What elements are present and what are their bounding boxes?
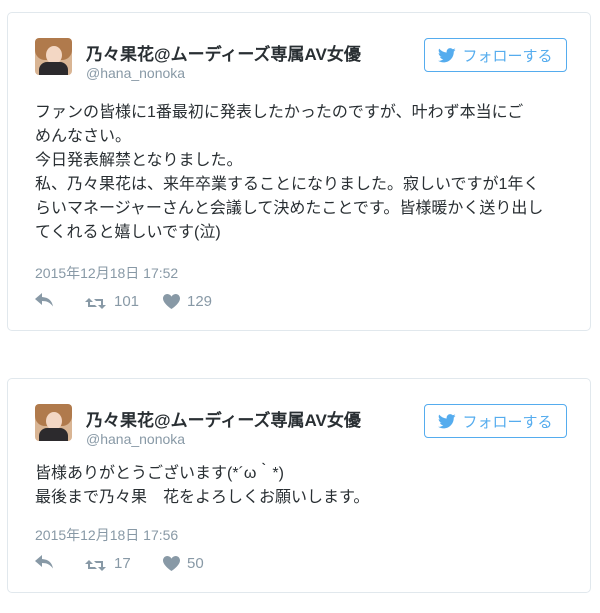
twitter-bird-icon (438, 413, 457, 428)
tweet-line: ファンの皆様に1番最初に発表したかったのですが、叶わず本当にご (35, 104, 524, 121)
tweet-timestamp[interactable]: 2015年12月18日 17:56 (35, 525, 178, 545)
like-count: 129 (187, 293, 213, 310)
follow-label: フォローする (462, 47, 553, 65)
tweet-line: てくれると嬉しいです(泣) (35, 224, 221, 241)
twitter-bird-icon (438, 47, 457, 62)
reply-icon (35, 555, 53, 569)
retweet-count: 17 (114, 555, 131, 572)
tweet-line: 今日発表解禁となりました。 (35, 152, 243, 169)
tweet-line: 皆様ありがとうございます(*´ω｀*) (35, 465, 284, 482)
heart-icon (163, 556, 180, 571)
like-button[interactable]: 50 (163, 555, 204, 572)
retweet-icon (85, 559, 106, 571)
tweet-actions: 101 129 (35, 293, 335, 313)
reply-button[interactable] (35, 293, 53, 307)
tweet-card: 乃々果花@ムーディーズ専属AV女優 @hana_nonoka フォローする ファ… (7, 12, 591, 331)
tweet-card: 乃々果花@ムーディーズ専属AV女優 @hana_nonoka フォローする 皆様… (7, 378, 591, 593)
retweet-count: 101 (114, 293, 140, 310)
author-name[interactable]: 乃々果花@ムーディーズ専属AV女優 (86, 406, 361, 431)
follow-label: フォローする (462, 413, 553, 431)
tweet-line: 最後まで乃々果 花をよろしくお願いします。 (35, 489, 370, 506)
tweet-line: めんなさい。 (35, 128, 132, 145)
tweet-line: らいマネージャーさんと会議して決めたことです。皆様暖かく送り出し (35, 200, 544, 217)
follow-button[interactable]: フォローする (424, 404, 567, 438)
tweet-text: 皆様ありがとうございます(*´ω｀*) 最後まで乃々果 花をよろしくお願いします… (35, 462, 575, 510)
retweet-button[interactable]: 101 (85, 293, 139, 310)
avatar[interactable] (35, 404, 72, 441)
author-handle[interactable]: @hana_nonoka (86, 431, 185, 447)
author-name[interactable]: 乃々果花@ムーディーズ専属AV女優 (86, 40, 361, 65)
reply-button[interactable] (35, 555, 53, 569)
avatar[interactable] (35, 38, 72, 75)
author-handle[interactable]: @hana_nonoka (86, 65, 185, 81)
like-button[interactable]: 129 (163, 293, 212, 310)
tweet-line: 私、乃々果花は、来年卒業することになりました。寂しいですが1年く (35, 176, 540, 193)
like-count: 50 (187, 555, 204, 572)
tweet-text: ファンの皆様に1番最初に発表したかったのですが、叶わず本当にご めんなさい。 今… (35, 101, 575, 245)
follow-button[interactable]: フォローする (424, 38, 567, 72)
retweet-button[interactable]: 17 (85, 555, 131, 572)
tweet-actions: 17 50 (35, 555, 335, 575)
retweet-icon (85, 297, 106, 309)
reply-icon (35, 293, 53, 307)
tweet-timestamp[interactable]: 2015年12月18日 17:52 (35, 263, 178, 283)
heart-icon (163, 294, 180, 309)
